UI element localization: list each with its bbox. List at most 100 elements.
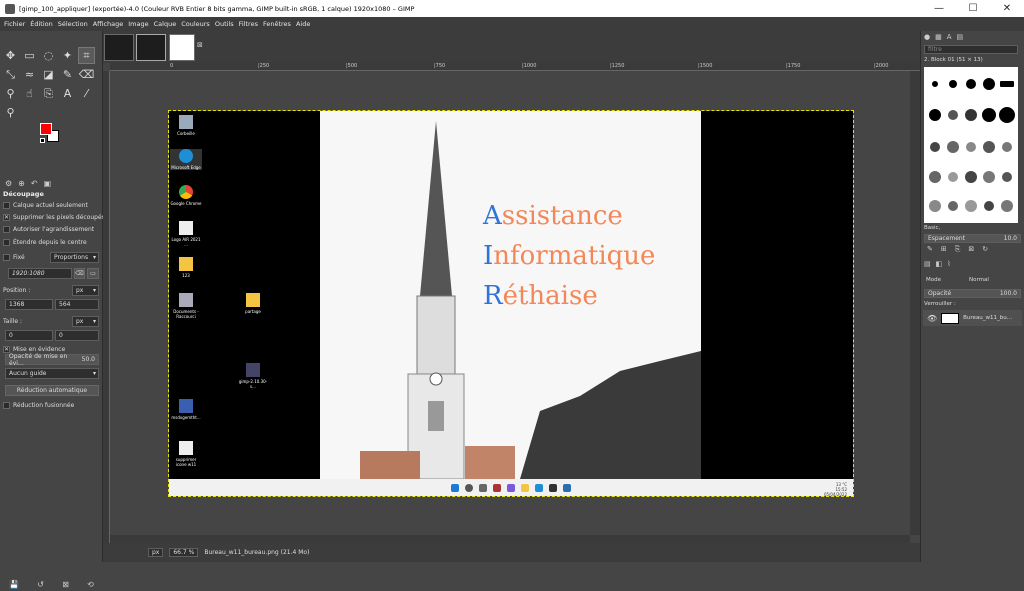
allow-grow-option[interactable]: Autoriser l'agrandissement xyxy=(3,225,94,234)
menu-affichage[interactable]: Affichage xyxy=(93,20,124,28)
move-tool-icon[interactable]: ✥ xyxy=(2,47,19,64)
layers-tab-icon[interactable]: ▤ xyxy=(924,260,931,268)
device-status-tab-icon[interactable]: ⊕ xyxy=(18,179,25,188)
menu-fenetres[interactable]: Fenêtres xyxy=(263,20,291,28)
menu-image[interactable]: Image xyxy=(128,20,148,28)
menu-outils[interactable]: Outils xyxy=(215,20,234,28)
transform-tool-icon[interactable]: ⤡ xyxy=(2,66,19,83)
brush-swatch[interactable] xyxy=(965,109,977,122)
brush-swatch[interactable] xyxy=(966,141,976,152)
clear-ratio-icon[interactable]: ⌫ xyxy=(74,268,85,279)
size-unit-select[interactable]: px ▾ xyxy=(72,316,99,327)
edit-brush-icon[interactable]: ✎ xyxy=(927,245,933,254)
brush-swatch[interactable] xyxy=(929,170,941,183)
menu-edition[interactable]: Édition xyxy=(30,20,53,28)
paintbrush-tool-icon[interactable]: ✎ xyxy=(59,66,76,83)
close-button[interactable]: ✕ xyxy=(990,0,1024,17)
layer-row[interactable]: 👁 Bureau_w11_bu... xyxy=(923,310,1022,326)
brush-swatch[interactable] xyxy=(949,79,957,88)
checkbox[interactable] xyxy=(3,239,10,246)
layer-name[interactable]: Bureau_w11_bu... xyxy=(963,315,1012,321)
size-height-input[interactable]: 0 xyxy=(55,330,99,341)
reset-options-icon[interactable]: ⟲ xyxy=(87,580,94,589)
size-width-input[interactable]: 0 xyxy=(5,330,53,341)
brush-swatch[interactable] xyxy=(983,77,995,90)
checkbox-checked[interactable]: ✕ xyxy=(3,214,10,221)
brush-swatch[interactable] xyxy=(965,170,977,183)
brush-swatch[interactable] xyxy=(1001,200,1013,213)
position-x-input[interactable]: 1368 xyxy=(5,299,53,310)
warp-tool-icon[interactable]: ≈ xyxy=(21,66,38,83)
checkbox[interactable] xyxy=(3,254,10,261)
brush-swatch[interactable] xyxy=(1000,80,1014,87)
visibility-eye-icon[interactable]: 👁 xyxy=(927,314,937,323)
position-unit-select[interactable]: px ▾ xyxy=(72,285,99,296)
image-tab-thumbnail-active[interactable] xyxy=(136,34,166,61)
brush-swatch[interactable] xyxy=(948,171,958,182)
refresh-brushes-icon[interactable]: ↻ xyxy=(982,245,988,254)
restore-options-icon[interactable]: ↺ xyxy=(37,580,44,589)
position-y-input[interactable]: 564 xyxy=(55,299,99,310)
checkbox[interactable] xyxy=(3,226,10,233)
brush-swatch[interactable] xyxy=(984,201,994,212)
brush-swatch[interactable] xyxy=(948,201,958,212)
brush-spacing-slider[interactable]: Espacement 10.0 xyxy=(924,234,1021,243)
brush-swatch[interactable] xyxy=(983,140,995,153)
checkbox[interactable] xyxy=(3,202,10,209)
foreground-color-swatch[interactable] xyxy=(40,123,52,135)
maximize-button[interactable]: ☐ xyxy=(956,0,990,17)
highlight-opacity-slider[interactable]: Opacité de mise en évi… 50.0 xyxy=(5,353,99,367)
brush-grid[interactable] xyxy=(924,67,1018,223)
zoom-tool-icon[interactable]: ⚲ xyxy=(2,104,19,121)
brush-swatch[interactable] xyxy=(965,200,977,213)
new-brush-icon[interactable]: ⊞ xyxy=(941,245,947,254)
brush-swatch[interactable] xyxy=(930,141,940,152)
brush-swatch[interactable] xyxy=(929,109,941,122)
bucket-fill-tool-icon[interactable]: ◪ xyxy=(40,66,57,83)
fixed-mode-select[interactable]: Proportions ▾ xyxy=(50,252,99,263)
clone-tool-icon[interactable]: ⎘ xyxy=(40,85,57,102)
brush-tab-icon[interactable]: ● xyxy=(924,33,930,41)
menu-couleurs[interactable]: Couleurs xyxy=(181,20,210,28)
unit-select[interactable]: px xyxy=(148,548,164,557)
rect-select-tool-icon[interactable]: ▭ xyxy=(21,47,38,64)
expand-center-option[interactable]: Étendre depuis le centre xyxy=(3,238,87,247)
brush-swatch[interactable] xyxy=(999,107,1015,124)
auto-shrink-button[interactable]: Réduction automatique xyxy=(5,385,99,396)
save-options-icon[interactable]: 💾 xyxy=(9,580,19,589)
pattern-tab-icon[interactable]: ▦ xyxy=(935,33,942,41)
brush-swatch[interactable] xyxy=(932,80,938,87)
image-tab-thumbnail[interactable] xyxy=(169,34,195,61)
images-tab-icon[interactable]: ▣ xyxy=(44,179,52,188)
menu-filtres[interactable]: Filtres xyxy=(239,20,258,28)
brush-filter-input[interactable]: filtre xyxy=(924,45,1018,54)
vertical-scrollbar[interactable] xyxy=(910,71,920,535)
brush-swatch[interactable] xyxy=(1002,171,1012,182)
menu-fichier[interactable]: Fichier xyxy=(4,20,25,28)
lasso-tool-icon[interactable]: ◌ xyxy=(40,47,57,64)
fixed-option[interactable]: Fixé xyxy=(3,253,25,262)
horizontal-scrollbar[interactable] xyxy=(110,535,910,543)
brush-swatch[interactable] xyxy=(929,200,941,213)
default-colors-icon[interactable] xyxy=(40,138,45,143)
menu-calque[interactable]: Calque xyxy=(154,20,177,28)
paths-tab-icon[interactable]: ⌇ xyxy=(947,260,950,268)
mode-select[interactable]: Normal xyxy=(969,277,989,283)
zoom-select[interactable]: 66.7 % xyxy=(169,548,199,557)
brush-swatch[interactable] xyxy=(948,110,958,121)
brush-swatch[interactable] xyxy=(947,140,959,153)
delete-options-icon[interactable]: ⊠ xyxy=(62,580,69,589)
font-tab-icon[interactable]: A xyxy=(947,33,952,41)
ratio-input[interactable]: 1920:1080 xyxy=(8,268,72,279)
close-tab-icon[interactable]: ⊠ xyxy=(197,41,203,49)
brush-swatch[interactable] xyxy=(983,170,995,183)
menu-aide[interactable]: Aide xyxy=(296,20,310,28)
layer-opacity-slider[interactable]: Opacité 100.0 xyxy=(924,289,1021,298)
color-picker-tool-icon[interactable]: ⁄ xyxy=(78,85,95,102)
guides-select[interactable]: Aucun guide ▾ xyxy=(5,368,99,379)
crop-tool-icon[interactable]: ⌗ xyxy=(78,47,95,64)
menu-selection[interactable]: Sélection xyxy=(58,20,88,28)
brush-swatch[interactable] xyxy=(982,108,996,123)
channels-tab-icon[interactable]: ◧ xyxy=(936,260,943,268)
shrink-merged-option[interactable]: Réduction fusionnée xyxy=(3,401,74,410)
